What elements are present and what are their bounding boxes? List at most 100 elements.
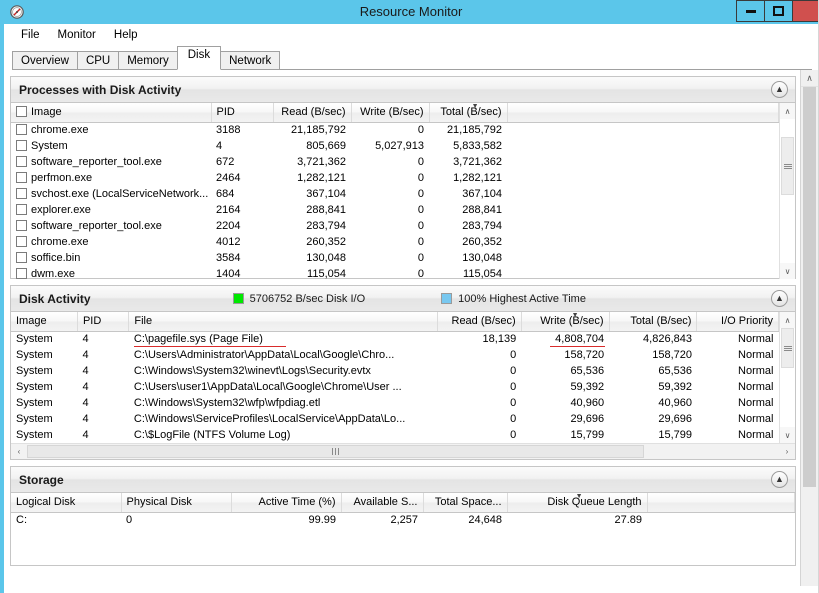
disk-col-write[interactable]: ▼ Write (B/sec) bbox=[521, 312, 610, 332]
processes-col-read[interactable]: Read (B/sec) bbox=[273, 103, 352, 123]
table-row[interactable]: explorer.exe 2164 288,841 0 288,841 bbox=[11, 202, 779, 218]
scroll-up-arrow[interactable]: ∧ bbox=[780, 312, 795, 328]
disk-pid-cell: 4 bbox=[82, 429, 89, 441]
scroll-thumb[interactable] bbox=[781, 328, 794, 368]
processes-col-image[interactable]: Image bbox=[11, 103, 212, 123]
row-checkbox[interactable] bbox=[16, 188, 27, 199]
table-row[interactable]: System 4 C:\Windows\ServiceProfiles\Loca… bbox=[11, 411, 779, 427]
minimize-button[interactable] bbox=[736, 0, 764, 22]
table-row[interactable]: software_reporter_tool.exe 2204 283,794 … bbox=[11, 218, 779, 234]
close-button[interactable] bbox=[792, 0, 818, 22]
process-spacer-cell bbox=[507, 186, 779, 202]
row-checkbox[interactable] bbox=[16, 172, 27, 183]
row-checkbox[interactable] bbox=[16, 204, 27, 215]
scroll-up-arrow[interactable]: ∧ bbox=[780, 103, 795, 119]
row-checkbox[interactable] bbox=[16, 220, 27, 231]
chevron-up-icon[interactable]: ▲ bbox=[771, 471, 788, 488]
page-scrollbar[interactable]: ∧ bbox=[800, 70, 818, 586]
chevron-up-icon[interactable]: ▲ bbox=[771, 290, 788, 307]
disk-write-cell: 40,960 bbox=[570, 397, 605, 409]
disk-col-pid[interactable]: PID bbox=[77, 312, 130, 332]
scroll-thumb[interactable] bbox=[781, 137, 794, 195]
menu-item-file[interactable]: File bbox=[12, 27, 49, 43]
processes-col-total[interactable]: ▼ Total (B/sec) bbox=[429, 103, 508, 123]
storage-col-logical-disk[interactable]: Logical Disk bbox=[11, 493, 122, 513]
scroll-down-arrow[interactable]: ∨ bbox=[780, 263, 795, 279]
maximize-button[interactable] bbox=[764, 0, 792, 22]
process-image-cell: chrome.exe bbox=[11, 234, 211, 250]
tab-overview[interactable]: Overview bbox=[12, 51, 78, 70]
storage-col-physical-disk[interactable]: Physical Disk bbox=[121, 493, 232, 513]
processes-col-pid[interactable]: PID bbox=[211, 103, 274, 123]
table-row[interactable]: perfmon.exe 2464 1,282,121 0 1,282,121 bbox=[11, 170, 779, 186]
row-checkbox[interactable] bbox=[16, 140, 27, 151]
tab-network[interactable]: Network bbox=[220, 51, 281, 70]
process-total-cell: 260,352 bbox=[462, 236, 502, 248]
row-checkbox[interactable] bbox=[16, 124, 27, 136]
disk-activity-list-scrollbar[interactable]: ∧ ∨ bbox=[779, 312, 795, 443]
tab-cpu[interactable]: CPU bbox=[76, 51, 120, 70]
table-row[interactable]: System 4 C:\Windows\System32\wfp\wfpdiag… bbox=[11, 395, 779, 411]
disk-priority-cell: Normal bbox=[738, 381, 774, 393]
row-checkbox[interactable] bbox=[16, 268, 27, 279]
disk-col-file[interactable]: File bbox=[128, 312, 439, 332]
table-row[interactable]: chrome.exe 3188 21,185,792 0 21,185,792 bbox=[11, 122, 779, 138]
table-row[interactable]: System 4 C:\$LogFile (NTFS Volume Log) 0… bbox=[11, 427, 779, 443]
table-row[interactable]: C: 0 99.99 2,257 24,648 27.89 bbox=[11, 512, 795, 528]
disk-col-io-priority[interactable]: I/O Priority bbox=[696, 312, 779, 332]
row-checkbox[interactable] bbox=[16, 252, 27, 263]
disk-col-total[interactable]: Total (B/sec) bbox=[609, 312, 698, 332]
table-row[interactable]: svchost.exe (LocalServiceNetwork... 684 … bbox=[11, 186, 779, 202]
process-image-cell: software_reporter_tool.exe bbox=[11, 154, 211, 170]
row-checkbox[interactable] bbox=[16, 156, 27, 167]
process-pid-cell: 684 bbox=[216, 188, 235, 200]
table-row[interactable]: System 4 805,669 5,027,913 5,833,582 bbox=[11, 138, 779, 154]
disk-col-image[interactable]: Image bbox=[11, 312, 78, 332]
process-pid-cell: 3584 bbox=[216, 252, 241, 264]
scroll-left-arrow[interactable]: ‹ bbox=[11, 444, 27, 459]
hscroll-thumb[interactable] bbox=[27, 445, 644, 458]
disk-priority-cell: Normal bbox=[738, 365, 774, 377]
storage-col-active-time[interactable]: Active Time (%) bbox=[231, 493, 342, 513]
table-row[interactable]: System 4 C:\Windows\System32\winevt\Logs… bbox=[11, 363, 779, 379]
tab-disk[interactable]: Disk bbox=[176, 46, 222, 70]
scroll-right-arrow[interactable]: › bbox=[779, 444, 795, 459]
menu-item-help[interactable]: Help bbox=[105, 27, 147, 43]
table-row[interactable]: software_reporter_tool.exe 672 3,721,362… bbox=[11, 154, 779, 170]
page-scroll-thumb[interactable] bbox=[803, 87, 816, 487]
menu-item-monitor[interactable]: Monitor bbox=[49, 27, 105, 43]
storage-col-disk-queue-length[interactable]: ▼ Disk Queue Length bbox=[507, 493, 648, 513]
table-row[interactable]: System 4 C:\Users\user1\AppData\Local\Go… bbox=[11, 379, 779, 395]
scroll-track[interactable] bbox=[780, 328, 795, 427]
table-row[interactable]: System 4 C:\pagefile.sys (Page File) 18,… bbox=[11, 331, 779, 347]
page-scroll-track[interactable] bbox=[801, 87, 818, 586]
table-row[interactable]: soffice.bin 3584 130,048 0 130,048 bbox=[11, 250, 779, 266]
storage-panel-header[interactable]: Storage ▲ bbox=[11, 467, 795, 493]
table-row[interactable]: System 4 C:\Users\Administrator\AppData\… bbox=[11, 347, 779, 363]
process-pid-cell: 4 bbox=[216, 140, 223, 152]
scroll-down-arrow[interactable]: ∨ bbox=[780, 427, 795, 443]
tab-memory[interactable]: Memory bbox=[118, 51, 178, 70]
processes-with-disk-activity-panel: Processes with Disk Activity ▲ Image PID… bbox=[10, 76, 796, 279]
disk-activity-panel-header[interactable]: Disk Activity 5706752 B/sec Disk I/O 100… bbox=[11, 286, 795, 312]
table-row[interactable]: dwm.exe 1404 115,054 0 115,054 bbox=[11, 266, 779, 279]
scroll-track[interactable] bbox=[780, 119, 795, 263]
row-checkbox[interactable] bbox=[16, 236, 27, 247]
process-pid-cell: 672 bbox=[216, 156, 235, 168]
processes-panel-header[interactable]: Processes with Disk Activity ▲ bbox=[11, 77, 795, 103]
disk-col-read[interactable]: Read (B/sec) bbox=[437, 312, 522, 332]
chevron-up-icon[interactable]: ▲ bbox=[771, 81, 788, 98]
process-pid-cell: 2464 bbox=[216, 172, 241, 184]
process-read-cell: 115,054 bbox=[307, 268, 346, 279]
storage-col-available-space[interactable]: Available S... bbox=[341, 493, 424, 513]
disk-activity-horizontal-scrollbar[interactable]: ‹ › bbox=[11, 443, 795, 459]
table-row[interactable]: chrome.exe 4012 260,352 0 260,352 bbox=[11, 234, 779, 250]
processes-col-spacer bbox=[507, 103, 779, 123]
hscroll-track[interactable] bbox=[27, 444, 779, 459]
process-read-cell: 367,104 bbox=[306, 188, 346, 200]
processes-col-write[interactable]: Write (B/sec) bbox=[351, 103, 430, 123]
processes-list-scrollbar[interactable]: ∧ ∨ bbox=[779, 103, 795, 279]
storage-col-total-space[interactable]: Total Space... bbox=[423, 493, 508, 513]
page-scroll-up-arrow[interactable]: ∧ bbox=[801, 70, 818, 87]
select-all-checkbox[interactable] bbox=[16, 106, 27, 118]
